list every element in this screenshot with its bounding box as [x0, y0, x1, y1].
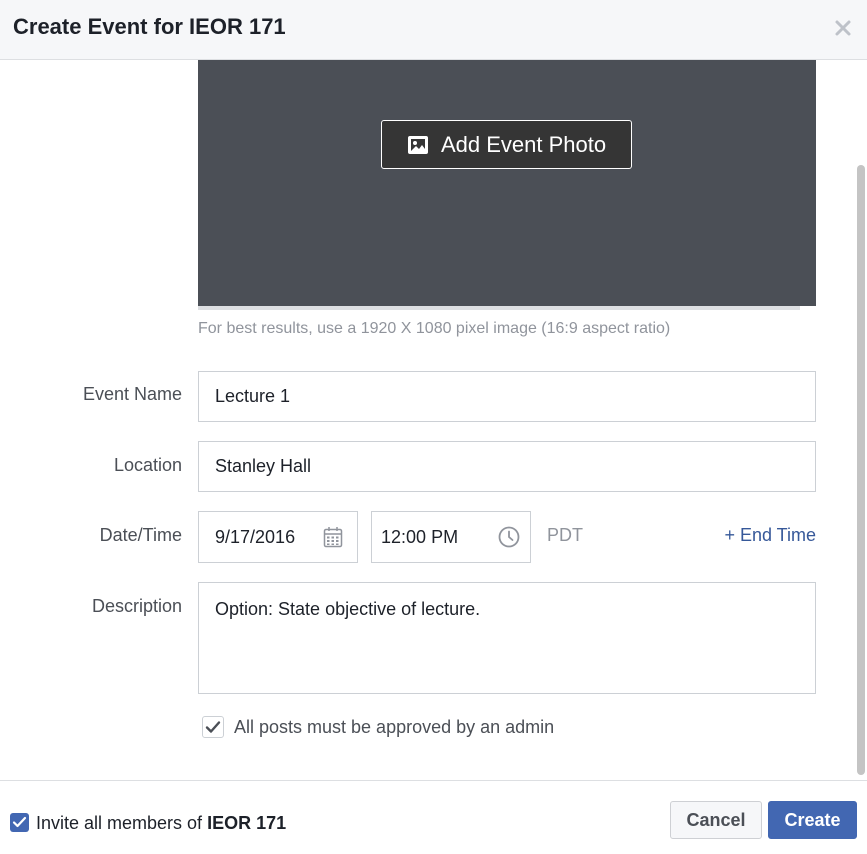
- invite-prefix: Invite all members of: [36, 813, 208, 833]
- event-name-label: Event Name: [82, 384, 182, 404]
- calendar-icon[interactable]: [323, 526, 343, 548]
- create-button[interactable]: Create: [768, 801, 857, 839]
- add-event-photo-button[interactable]: Add Event Photo: [381, 120, 632, 169]
- photo-hint: For best results, use a 1920 X 1080 pixe…: [198, 320, 671, 337]
- description-label: Description: [91, 596, 182, 616]
- approval-checkbox[interactable]: [202, 716, 224, 738]
- dialog-title: Create Event for IEOR 171: [13, 14, 286, 39]
- location-label: Location: [113, 455, 182, 475]
- dialog-scrollbar[interactable]: [857, 165, 865, 775]
- time-ampm[interactable]: PM: [431, 527, 458, 547]
- time-value: 12:00 PM: [381, 526, 459, 547]
- time-hour[interactable]: 12: [381, 527, 401, 547]
- checkmark-icon: [12, 816, 27, 828]
- description-textarea[interactable]: Option: State objective of lecture.: [198, 582, 816, 694]
- description-value: Option: State objective of lecture.: [215, 599, 481, 619]
- add-event-photo-label: Add Event Photo: [440, 131, 607, 157]
- date-input[interactable]: 9/17/2016: [198, 511, 358, 563]
- clock-icon: [498, 526, 520, 548]
- invite-members-label: Invite all members of IEOR 171: [36, 813, 286, 834]
- cancel-button[interactable]: Cancel: [670, 801, 762, 839]
- footer-divider: [0, 780, 867, 781]
- event-photo-area: [198, 60, 816, 306]
- checkmark-icon: [205, 721, 221, 733]
- close-button[interactable]: [831, 16, 855, 40]
- location-value: Stanley Hall: [215, 456, 312, 476]
- add-end-time-link[interactable]: + End Time: [724, 525, 816, 546]
- photo-divider: [198, 306, 800, 310]
- date-value: 9/17/2016: [215, 526, 296, 547]
- time-minute[interactable]: 00: [406, 527, 426, 547]
- time-input[interactable]: 12:00 PM: [371, 511, 531, 563]
- approval-label: All posts must be approved by an admin: [234, 717, 555, 737]
- event-name-value: Lecture 1: [215, 386, 291, 406]
- datetime-label: Date/Time: [99, 525, 182, 545]
- photo-icon: [407, 135, 428, 154]
- location-input[interactable]: Stanley Hall: [198, 441, 816, 492]
- event-name-input[interactable]: Lecture 1: [198, 371, 816, 422]
- invite-members-checkbox[interactable]: [10, 813, 29, 832]
- close-icon: [835, 20, 851, 36]
- dialog-header: Create Event for IEOR 171: [0, 0, 867, 60]
- invite-group-name: IEOR 171: [207, 813, 287, 833]
- timezone-label: PDT: [547, 525, 583, 545]
